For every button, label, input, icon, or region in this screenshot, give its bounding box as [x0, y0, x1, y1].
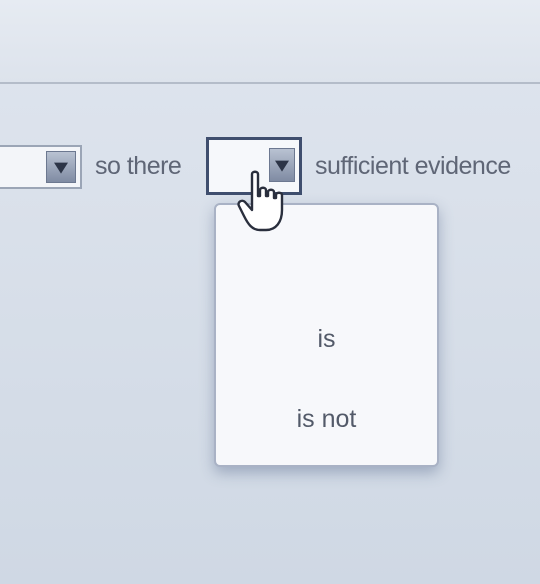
triangle-down-icon — [54, 162, 68, 174]
select-previous[interactable] — [0, 145, 82, 189]
sentence-text-sufficient-evidence: sufficient evidence — [315, 152, 511, 180]
hand-pointer-icon — [237, 170, 284, 232]
top-area — [0, 0, 540, 82]
divider — [0, 82, 540, 84]
dropdown-option-is-not[interactable]: is not — [216, 405, 437, 434]
dropdown-option-is[interactable]: is — [216, 325, 437, 354]
sentence-text-so-there: so there — [95, 152, 182, 180]
dropdown-menu: is is not — [214, 203, 439, 467]
select-previous-arrow[interactable] — [46, 151, 76, 183]
